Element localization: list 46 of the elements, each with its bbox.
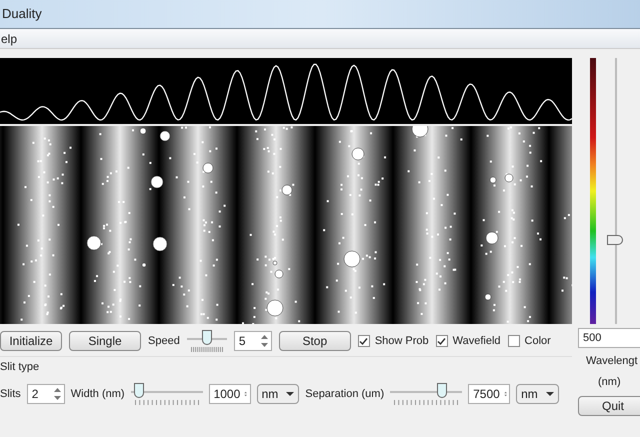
wavelength-label: Wavelengt bbox=[585, 354, 638, 369]
checkbox[interactable] bbox=[436, 335, 448, 347]
slits-label: Slits bbox=[0, 386, 21, 402]
spin-arrows-icon bbox=[52, 386, 62, 402]
checkmark-icon bbox=[437, 336, 446, 346]
checkbox-label[interactable]: Color bbox=[524, 332, 551, 350]
speed-label: Speed bbox=[148, 334, 180, 349]
unit-dropdown[interactable]: nm bbox=[516, 384, 559, 404]
spin-value: 2 bbox=[30, 386, 40, 403]
spin-value: 5 bbox=[238, 333, 246, 350]
caret-icon bbox=[546, 392, 554, 396]
unit-label: (nm) bbox=[597, 374, 622, 390]
single-button[interactable]: Single bbox=[69, 331, 141, 351]
stop-button[interactable]: Stop bbox=[278, 331, 351, 351]
caret-icon bbox=[286, 392, 294, 396]
checkmark-icon bbox=[359, 336, 368, 346]
slider-thumb[interactable] bbox=[134, 383, 144, 398]
slider-ticks-icon bbox=[190, 347, 223, 352]
checkbox-label[interactable]: Wavefield bbox=[452, 332, 501, 350]
spin-field[interactable]: 5 bbox=[234, 331, 272, 351]
spin-field[interactable]: 1000 bbox=[208, 384, 251, 404]
checkbox[interactable] bbox=[358, 335, 370, 347]
menu-item[interactable]: elp bbox=[0, 30, 18, 48]
spin-field[interactable]: 7500 bbox=[468, 384, 510, 404]
quit-button[interactable]: Quit bbox=[578, 396, 640, 416]
group-title: Slit type bbox=[0, 360, 40, 375]
slider-thumb[interactable] bbox=[202, 330, 212, 345]
checkbox-label[interactable]: Show Prob bbox=[374, 332, 429, 350]
slider-ticks-icon bbox=[134, 400, 199, 405]
unit-dropdown[interactable]: nm bbox=[256, 384, 300, 404]
width-label: Width (nm) bbox=[70, 386, 125, 402]
slider[interactable] bbox=[390, 383, 462, 405]
slider[interactable] bbox=[186, 330, 227, 352]
slider-thumb[interactable] bbox=[436, 383, 447, 398]
window-title: Duality bbox=[1, 5, 42, 24]
slider[interactable] bbox=[130, 383, 203, 405]
slider-thumb[interactable] bbox=[607, 234, 623, 245]
spin-value: 7500 bbox=[472, 386, 501, 403]
initialize-button[interactable]: Initialize bbox=[0, 331, 62, 351]
slider-ticks-icon bbox=[394, 400, 458, 405]
spin-arrows-icon bbox=[260, 333, 269, 349]
checkbox[interactable] bbox=[508, 335, 520, 347]
wavelength-field[interactable]: 500 bbox=[578, 328, 640, 348]
separation-label: Separation (um) bbox=[305, 386, 384, 402]
spin-field[interactable]: 2 bbox=[26, 384, 65, 404]
spin-value: 1000 bbox=[212, 386, 242, 403]
